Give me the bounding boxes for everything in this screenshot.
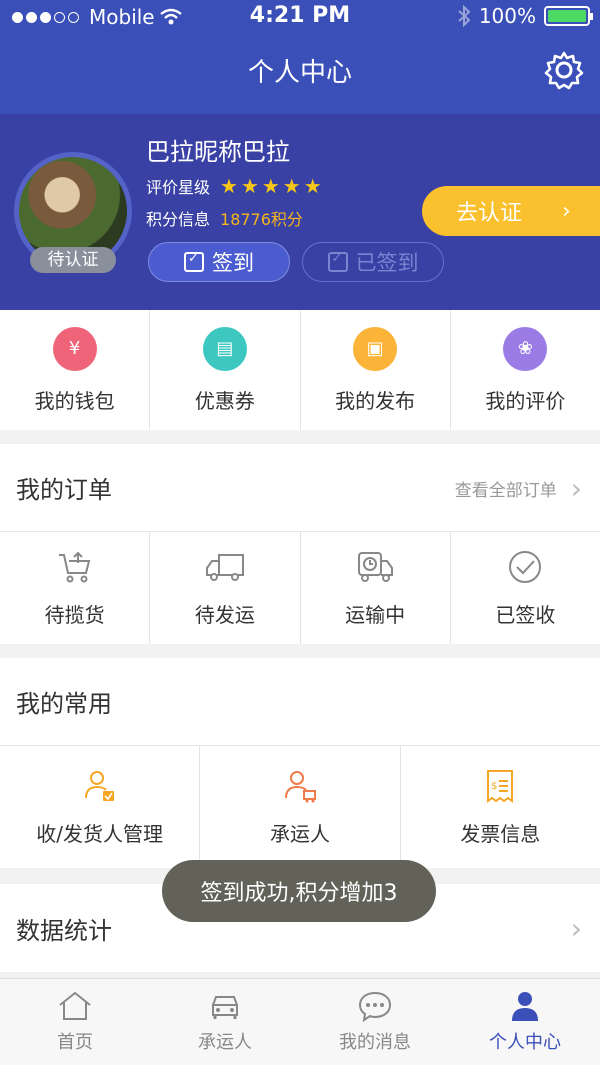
tab-label: 承运人 [198, 1032, 252, 1053]
quick-label: 优惠券 [194, 388, 255, 413]
tab-profile[interactable]: 个人中心 [450, 979, 600, 1065]
check-circle-icon [509, 550, 542, 583]
sign-in-label: 签到 [212, 251, 254, 275]
common-header: 我的常用 [0, 658, 600, 746]
section-title: 数据统计 [16, 916, 112, 945]
common-consignee-management[interactable]: 收/发货人管理 [0, 746, 201, 868]
box-icon: ▣ [353, 326, 398, 371]
calendar-check-icon [327, 251, 348, 272]
section-title: 我的订单 [16, 476, 112, 504]
order-pending-pickup[interactable]: 待揽货 [0, 532, 151, 644]
battery-percent: 100% [478, 4, 536, 28]
common-section: 我的常用 收/发货人管理 承运人 $ 发票信息 [0, 658, 600, 868]
common-invoice[interactable]: $ 发票信息 [401, 746, 600, 868]
page-title: 个人中心 [247, 58, 352, 88]
common-grid: 收/发货人管理 承运人 $ 发票信息 [0, 746, 600, 868]
chat-icon [358, 991, 392, 1022]
view-all-label: 查看全部订单 [454, 480, 557, 501]
stats-link[interactable]: › [571, 884, 582, 972]
person-icon [512, 992, 538, 1021]
points-label: 积分信息 [146, 210, 211, 229]
bluetooth-icon [458, 5, 471, 27]
user-truck-icon [284, 770, 316, 802]
certify-label: 去认证 [456, 201, 523, 226]
order-signed[interactable]: 已签收 [451, 532, 600, 644]
flower-icon: ❀ [503, 326, 548, 371]
rating-label: 评价星级 [146, 178, 211, 197]
car-icon [212, 996, 238, 1019]
quick-label: 我的发布 [335, 388, 416, 413]
quick-coupon[interactable]: ▤ 优惠券 [150, 310, 301, 430]
chevron-right-icon: › [562, 198, 571, 224]
invoice-icon: $ [487, 769, 514, 803]
tab-label: 我的消息 [339, 1032, 411, 1053]
signed-label: 已签到 [355, 251, 419, 275]
sign-in-button[interactable]: 签到 [148, 242, 290, 282]
user-check-icon [84, 770, 114, 801]
tab-home[interactable]: 首页 [0, 979, 150, 1065]
tab-label: 个人中心 [489, 1032, 561, 1053]
rating-row: 评价星级 ★★★★★ [146, 174, 325, 198]
avatar-status-badge: 待认证 [30, 247, 116, 273]
home-icon [59, 991, 91, 1020]
app-header: Mobile 4:21 PM 100% 个人中心 [0, 0, 600, 114]
common-carrier[interactable]: 承运人 [200, 746, 401, 868]
quick-review[interactable]: ❀ 我的评价 [451, 310, 600, 430]
tab-carrier[interactable]: 承运人 [150, 979, 300, 1065]
tab-label: 首页 [57, 1032, 93, 1053]
view-all-orders-link[interactable]: 查看全部订单 › [455, 444, 582, 532]
quick-publish[interactable]: ▣ 我的发布 [301, 310, 451, 430]
cart-icon [58, 551, 90, 582]
truck-icon [205, 553, 244, 581]
quick-label: 我的评价 [485, 388, 566, 413]
settings-gear-icon[interactable] [544, 50, 584, 90]
toast-message: 签到成功,积分增加3 [162, 860, 436, 922]
profile-card: 待认证 巴拉昵称巴拉 评价星级 ★★★★★ 积分信息 18776积分 签到 已签… [0, 114, 600, 310]
svg-text:$: $ [491, 781, 497, 792]
section-title: 我的常用 [16, 690, 112, 718]
order-status-label: 运输中 [345, 602, 406, 627]
order-status-label: 待揽货 [44, 602, 105, 627]
quick-label: 我的钱包 [34, 388, 115, 413]
quick-wallet[interactable]: ¥ 我的钱包 [0, 310, 151, 430]
chevron-right-icon: › [570, 471, 582, 505]
tab-messages[interactable]: 我的消息 [300, 979, 450, 1065]
points-value: 18776积分 [220, 210, 303, 229]
user-nickname: 巴拉昵称巴拉 [146, 138, 290, 166]
quick-menu: ¥ 我的钱包 ▤ 优惠券 ▣ 我的发布 ❀ 我的评价 [0, 310, 600, 430]
tab-bar: 首页 承运人 我的消息 个人中心 [0, 978, 600, 1065]
order-in-transit[interactable]: 运输中 [301, 532, 451, 644]
common-label: 发票信息 [460, 821, 541, 846]
battery-icon [544, 6, 593, 26]
wallet-icon: ¥ [52, 326, 97, 371]
orders-section: 我的订单 查看全部订单 › 待揽货 待发运 运输中 已签收 [0, 444, 600, 644]
chevron-right-icon: › [570, 911, 582, 945]
points-row: 积分信息 18776积分 [146, 206, 303, 230]
calendar-check-icon [184, 251, 204, 272]
order-status-grid: 待揽货 待发运 运输中 已签收 [0, 532, 600, 644]
order-pending-ship[interactable]: 待发运 [150, 532, 301, 644]
status-bar: Mobile 4:21 PM 100% [0, 0, 600, 34]
orders-header: 我的订单 查看全部订单 › [0, 444, 600, 532]
status-right: 100% [457, 4, 593, 28]
common-label: 承运人 [269, 821, 330, 846]
common-label: 收/发货人管理 [36, 821, 164, 846]
order-status-label: 待发运 [194, 602, 255, 627]
certify-button[interactable]: 去认证 › [422, 186, 600, 236]
coupon-icon: ▤ [202, 326, 247, 371]
truck-clock-icon [358, 551, 394, 582]
order-status-label: 已签收 [495, 602, 556, 627]
signed-button[interactable]: 已签到 [302, 242, 444, 282]
rating-stars: ★★★★★ [220, 174, 325, 198]
